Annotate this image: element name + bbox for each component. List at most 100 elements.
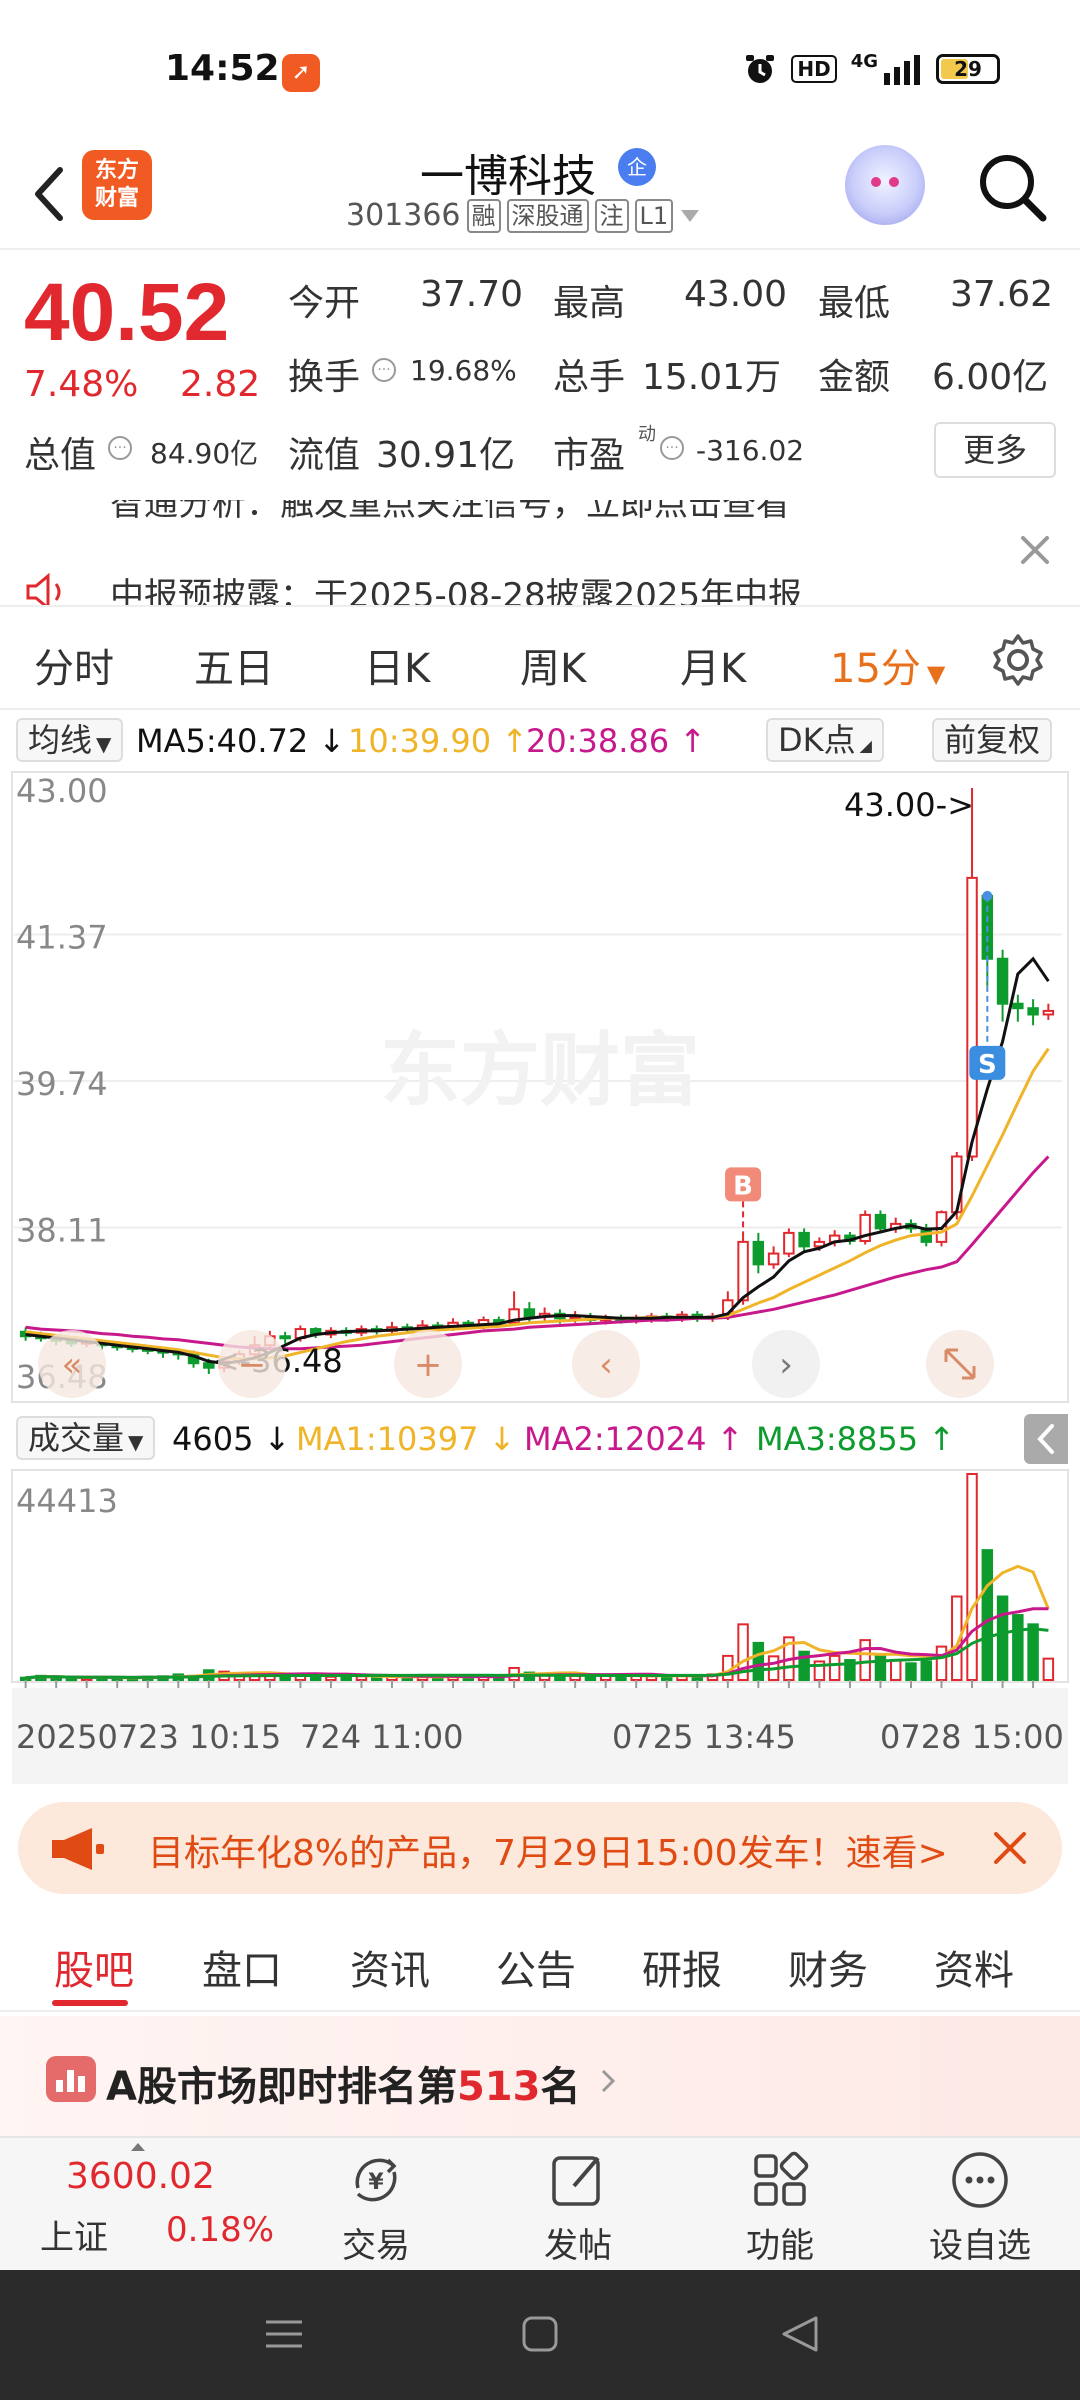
volume-ma3-text: MA3:8855 — [756, 1420, 919, 1458]
volume-indicator-selector[interactable]: 成交量 ▼ — [16, 1416, 156, 1460]
tab-weekly-k[interactable]: 周K — [520, 636, 586, 694]
home-icon[interactable] — [520, 2314, 560, 2354]
tab-news[interactable]: 资讯 — [350, 1938, 430, 1996]
tab-announcements[interactable]: 公告 — [496, 1938, 576, 1996]
open-label: 今开 — [288, 283, 361, 324]
index-ticker[interactable]: 3600.02 上证 0.18% — [0, 2138, 280, 2272]
minus-icon: − — [238, 1345, 267, 1385]
dk-point-button[interactable]: DK点 ◢ — [766, 718, 884, 762]
dk-point-label: DK点 — [778, 721, 856, 759]
back-triangle-icon[interactable] — [778, 2314, 822, 2354]
arrow-up-icon: ↑ — [491, 722, 529, 760]
tab-15-minute[interactable]: 15分 ▼ — [830, 636, 945, 694]
price-axis-label: 41.37 — [16, 919, 108, 957]
tab-order-book[interactable]: 盘口 — [202, 1938, 282, 1996]
functions-button[interactable]: 功能 — [710, 2148, 850, 2268]
tab-research[interactable]: 研报 — [642, 1938, 722, 1996]
status-time: 14:52 — [165, 48, 280, 89]
close-icon[interactable] — [1015, 530, 1055, 570]
volume-ma3: MA3:8855 ↑ — [756, 1420, 955, 1458]
add-watchlist-label: 设自选 — [929, 2226, 1031, 2266]
arrow-down-icon: ↓ — [308, 722, 346, 760]
ma10-text: 10:39.90 — [348, 722, 492, 760]
more-button[interactable]: 更多 — [934, 422, 1056, 478]
price-adjust-button[interactable]: 前复权 — [932, 718, 1053, 762]
bottom-toolbar: 3600.02 上证 0.18% ¥ 交易 发帖 功能 设自选 — [0, 2136, 1080, 2270]
tab-monthly-k[interactable]: 月K — [680, 636, 746, 694]
price-axis-label: 43.00 — [16, 772, 108, 810]
tab-profile[interactable]: 资料 — [934, 1938, 1014, 1996]
notice-text-1[interactable]: 智通分析：触发重点关注信号，立即点击查看 — [110, 500, 790, 525]
search-icon[interactable] — [975, 150, 1050, 225]
app-logo[interactable]: 东方 财富 — [82, 150, 152, 220]
volume-ma1-text: MA1:10397 — [296, 1420, 479, 1458]
indicator-selector[interactable]: 均线 ▼ — [16, 718, 124, 762]
open-value: 37.70 — [420, 274, 524, 315]
info-icon[interactable]: ··· — [372, 358, 396, 382]
notification-app-icon: ➚ — [282, 54, 320, 92]
price-axis-label: 39.74 — [16, 1065, 108, 1103]
tab-financials[interactable]: 财务 — [788, 1938, 868, 1996]
chevron-left-icon — [1037, 1424, 1054, 1454]
caret-down-icon: ▼ — [926, 660, 946, 688]
menu-icon[interactable] — [262, 2314, 306, 2354]
megaphone-icon — [52, 1828, 104, 1870]
post-button[interactable]: 发帖 — [508, 2148, 648, 2268]
tab-five-day[interactable]: 五日 — [194, 636, 274, 694]
tab-forum[interactable]: 股吧 — [54, 1938, 134, 1996]
tag-margin: 融 — [466, 198, 501, 233]
index-value: 3600.02 — [66, 2156, 215, 2197]
gear-icon[interactable] — [990, 632, 1046, 688]
ma20-text: 20:38.86 — [526, 722, 670, 760]
index-change: 0.18% — [166, 2210, 275, 2250]
stock-code: 301366 — [346, 198, 461, 233]
ma5-value: MA5:40.72 ↓ — [136, 722, 345, 760]
info-icon[interactable]: ··· — [660, 436, 684, 460]
add-watchlist-button[interactable]: 设自选 — [910, 2148, 1050, 2268]
promo-banner[interactable]: 目标年化8%的产品，7月29日15:00发车！速看> — [18, 1802, 1062, 1894]
volume-current-text: 4605 — [172, 1420, 254, 1458]
svg-text:¥: ¥ — [368, 2170, 384, 2195]
stock-code-row[interactable]: 301366 融 深股通 注 L1 — [346, 198, 701, 233]
tag-level: L1 — [634, 198, 674, 233]
candle-body — [798, 1231, 810, 1248]
volume-ma1: MA1:10397 ↓ — [296, 1420, 515, 1458]
assistant-robot-avatar[interactable] — [845, 145, 925, 225]
notice-band[interactable]: 智通分析：触发重点关注信号，立即点击查看 中报预披露：于2025-08-28披露… — [0, 500, 1080, 605]
volume-panel-frame — [11, 1469, 1069, 1683]
volume-ma2: MA2:12024 ↑ — [524, 1420, 743, 1458]
tab-15-minute-label: 15分 — [830, 646, 921, 692]
arrow-down-icon: ↓ — [478, 1420, 516, 1458]
tab-daily-k[interactable]: 日K — [364, 636, 430, 694]
kline-chart[interactable]: 东方财富 43.0041.3739.7438.1136.48 43.00-><-… — [0, 768, 1080, 1784]
volume-axis-max: 44413 — [16, 1482, 118, 1520]
stock-name: 一博科技 — [420, 151, 596, 202]
ranking-strip[interactable]: A股市场即时排名第513名 — [0, 2016, 1080, 2136]
arrow-up-icon: ↑ — [706, 1420, 744, 1458]
time-label-1: 20250723 10:15 — [16, 1718, 281, 1756]
plus-icon: + — [414, 1345, 443, 1385]
trade-button[interactable]: ¥ 交易 — [306, 2148, 446, 2268]
time-label-4: 0728 15:00 — [880, 1718, 1064, 1756]
notice-text-2[interactable]: 中报预披露：于2025-08-28披露2025年中报 — [110, 568, 802, 605]
back-icon[interactable] — [20, 152, 80, 232]
tab-intraday[interactable]: 分时 — [34, 636, 114, 694]
collapse-panel-button[interactable] — [1024, 1414, 1068, 1464]
ma10-value: 10:39.90 ↑ — [348, 722, 528, 760]
caret-down-icon: ▼ — [96, 732, 112, 756]
info-icon[interactable]: ··· — [108, 436, 132, 460]
close-icon[interactable] — [986, 1824, 1034, 1872]
volume-bar — [966, 1473, 978, 1681]
amount-value: 6.00亿 — [932, 357, 1049, 398]
chart-canvas[interactable]: 东方财富 43.0041.3739.7438.1136.48 43.00-><-… — [0, 768, 1080, 1784]
market-cap-label: 总值 — [24, 435, 97, 476]
high-marker: 43.00-> — [844, 786, 974, 824]
volume-bar — [1027, 1623, 1039, 1682]
chevron-right-icon: › — [779, 1345, 793, 1385]
low-label: 最低 — [818, 283, 891, 324]
volume-bar — [935, 1645, 948, 1681]
volume-value: 15.01万 — [642, 357, 782, 398]
volume-bar — [859, 1639, 871, 1681]
promo-text[interactable]: 目标年化8%的产品，7月29日15:00发车！速看> — [148, 1824, 968, 1876]
buy-marker-label: B — [733, 1171, 753, 1201]
